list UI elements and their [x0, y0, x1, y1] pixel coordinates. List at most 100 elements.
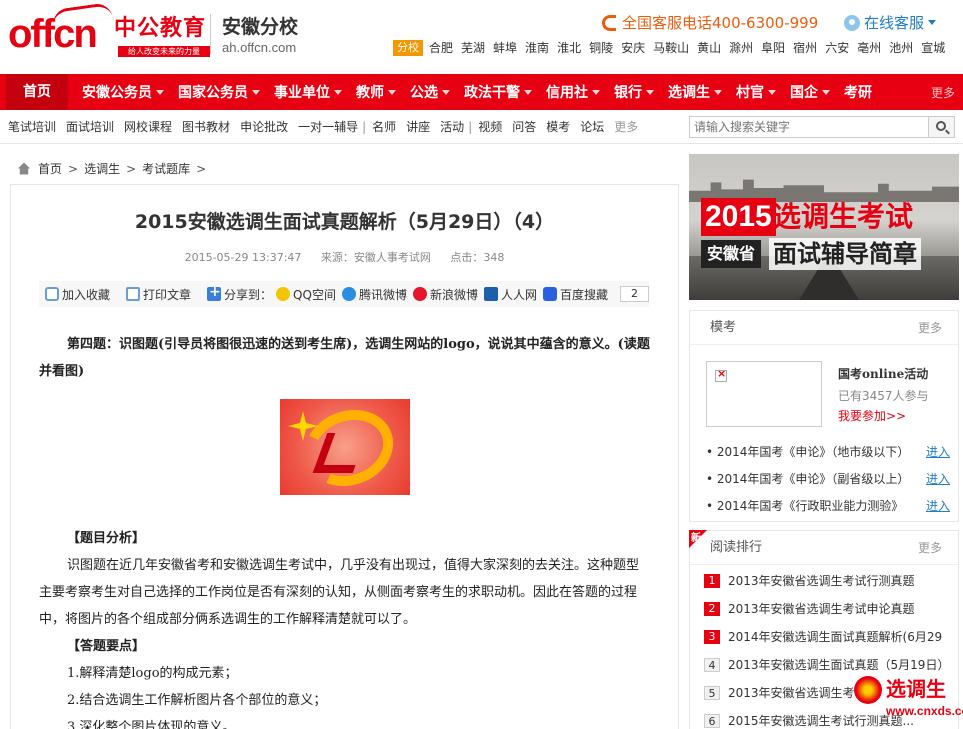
renren-icon [483, 287, 498, 301]
subnav-item[interactable]: 一对一辅导 [298, 118, 358, 135]
share-sina-button[interactable]: 新浪微博 [412, 286, 478, 303]
table-row[interactable]: 3 2014年安徽选调生面试真题解析(6月29 [704, 623, 954, 651]
city-link[interactable]: 安庆 [621, 40, 645, 56]
share-baidu-button[interactable]: 百度搜藏 [543, 286, 608, 303]
table-row[interactable]: 1 2013年安徽省选调生考试行测真题 [704, 567, 954, 595]
nav-more-link[interactable]: 更多 [931, 84, 955, 101]
mock-exam-list: • 2014年国考《申论》（地市级以下） 进入 • 2014年国考《申论》（副省… [706, 439, 950, 520]
rank-number: 3 [704, 630, 720, 644]
enter-link[interactable]: 进入 [926, 439, 950, 466]
rank-title: 2014年安徽选调生面试真题解析(6月29 [728, 630, 943, 644]
online-service-button[interactable]: 在线客服 [844, 12, 937, 33]
enter-link[interactable]: 进入 [926, 493, 950, 520]
share-tencent-button[interactable]: 腾讯微博 [341, 286, 407, 303]
city-link[interactable]: 蚌埠 [493, 40, 517, 56]
search-button[interactable] [928, 117, 954, 137]
favorite-button[interactable]: 加入收藏 [45, 286, 110, 303]
favorite-icon [45, 287, 59, 301]
city-link[interactable]: 宣城 [921, 40, 945, 56]
event-join-link[interactable]: 我要参加>> [838, 407, 906, 424]
nav-item[interactable]: 国家公务员 [178, 82, 260, 102]
list-item-text[interactable]: • 2014年国考《申论》（副省级以上） [706, 472, 909, 486]
nav-item[interactable]: 国企 [790, 82, 830, 102]
nav-item-label: 安徽公务员 [82, 85, 152, 101]
panel-more-link[interactable]: 更多 [918, 311, 942, 345]
nav-item[interactable]: 考研 [844, 82, 872, 102]
share-to-button[interactable]: 分享到： [207, 284, 272, 303]
promo-banner[interactable]: 2015 选调生考试 安徽省 面试辅导简章 [689, 154, 959, 300]
city-link[interactable]: 黄山 [697, 40, 721, 56]
subnav-item[interactable]: 模考 [546, 118, 570, 135]
city-link[interactable]: 滁州 [729, 40, 753, 56]
subnav-more-link[interactable]: 更多 [614, 118, 638, 135]
subnav-item[interactable]: 面试培训 [66, 118, 114, 135]
subnav-item[interactable]: 申论批改 [240, 118, 288, 135]
nav-item[interactable]: 村官 [736, 82, 776, 102]
city-link[interactable]: 芜湖 [461, 40, 485, 56]
subnav-item[interactable]: 名师 [372, 118, 396, 135]
table-row[interactable]: 2 2013年安徽省选调生考试申论真题 [704, 595, 954, 623]
panel-title: 阅读排行 [710, 540, 763, 555]
rank-number: 1 [704, 574, 720, 588]
city-link[interactable]: 宿州 [793, 40, 817, 56]
search-input[interactable] [690, 117, 928, 137]
breadcrumb-item[interactable]: 考试题库 [142, 160, 190, 177]
main-nav: 首页 安徽公务员 国家公务员 事业单位 教师 公选 政法干警 信用社 银行 选调… [0, 74, 963, 110]
subnav-item[interactable]: 论坛 [580, 118, 604, 135]
city-link[interactable]: 六安 [825, 40, 849, 56]
subnav-item[interactable]: 讲座 [406, 118, 430, 135]
branch-info: 安徽分校 ah.offcn.com [222, 16, 298, 56]
share-qq-button[interactable]: QQ空间 [276, 286, 336, 303]
panel-header: 阅读排行 更多 [690, 531, 958, 565]
nav-item[interactable]: 政法干警 [464, 82, 532, 102]
article-source: 来源：安徽人事考试网 [320, 251, 431, 264]
breadcrumb-item[interactable]: 选调生 [84, 160, 120, 177]
nav-item-label: 信用社 [546, 85, 588, 101]
city-link[interactable]: 阜阳 [761, 40, 785, 56]
subnav-item[interactable]: 活动 [440, 118, 464, 135]
nav-item[interactable]: 银行 [614, 82, 654, 102]
subnav-item[interactable]: 图书教材 [182, 118, 230, 135]
enter-link[interactable]: 进入 [926, 466, 950, 493]
broken-image-icon [715, 367, 727, 382]
offcn-logo[interactable]: offcn 中公教育 给人改变未来的力量 [8, 1, 210, 58]
xuandiaosheng-logo-image [280, 399, 410, 495]
plus-icon [207, 284, 222, 301]
city-link[interactable]: 淮北 [557, 40, 581, 56]
nav-item[interactable]: 教师 [356, 82, 396, 102]
city-link[interactable]: 池州 [889, 40, 913, 56]
nav-item[interactable]: 事业单位 [274, 82, 342, 102]
subnav-item[interactable]: 视频 [478, 118, 502, 135]
nav-item-label: 国企 [790, 85, 818, 101]
watermark-text: 选调生 [886, 677, 946, 701]
nav-item[interactable]: 公选 [410, 82, 450, 102]
city-link[interactable]: 铜陵 [589, 40, 613, 56]
print-button[interactable]: 打印文章 [126, 286, 191, 303]
city-link[interactable]: 淮南 [525, 40, 549, 56]
city-link[interactable]: 亳州 [857, 40, 881, 56]
chevron-down-icon [714, 89, 722, 95]
nav-home[interactable]: 首页 [6, 74, 68, 110]
home-icon [18, 162, 30, 175]
event-title[interactable]: 国考online活动 [838, 365, 928, 382]
baidu-icon [543, 287, 557, 301]
subnav-item[interactable]: 问答 [512, 118, 536, 135]
breadcrumb-item[interactable]: 首页 [38, 160, 62, 177]
rank-number: 6 [704, 714, 720, 728]
nav-item[interactable]: 信用社 [546, 82, 600, 102]
nav-item[interactable]: 安徽公务员 [82, 82, 164, 102]
city-link[interactable]: 马鞍山 [653, 40, 689, 56]
panel-more-link[interactable]: 更多 [918, 531, 942, 565]
event-thumbnail[interactable] [706, 361, 822, 427]
share-renren-button[interactable]: 人人网 [483, 286, 537, 303]
list-item-text[interactable]: • 2014年国考《行政职业能力测验》 [706, 499, 903, 513]
subnav-item[interactable]: 笔试培训 [8, 118, 56, 135]
nav-item[interactable]: 选调生 [668, 82, 722, 102]
rank-title: 2013年安徽省选调生考试行测真题 [728, 574, 915, 588]
list-item-text[interactable]: • 2014年国考《申论》（地市级以下） [706, 445, 909, 459]
branch-name: 安徽分校 [222, 16, 299, 38]
subnav-item[interactable]: 网校课程 [124, 118, 172, 135]
panel-title: 模考 [710, 320, 737, 335]
city-link[interactable]: 合肥 [429, 40, 453, 56]
article-views: 点击：348 [450, 251, 505, 264]
